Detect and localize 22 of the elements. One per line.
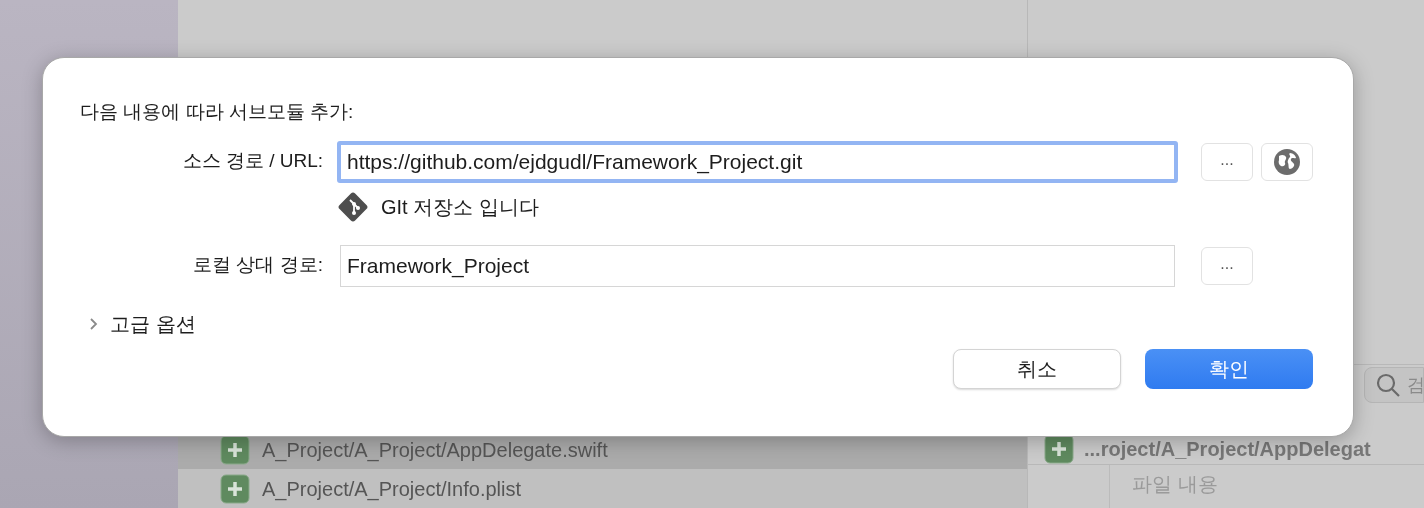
cancel-button[interactable]: 취소 <box>953 348 1121 389</box>
text-field[interactable]: Framework_Project <box>340 244 1175 287</box>
file-row[interactable]: A_Project/A_Project/Info.plist <box>178 469 1027 508</box>
chevron-icon <box>88 315 100 332</box>
field-label: 소스 경로 / URL: <box>181 149 323 174</box>
file-path: A_Project/A_Project/Info.plist <box>262 476 521 503</box>
field-label: 로컬 상대 경로: <box>192 253 323 278</box>
confirm-button[interactable]: 확인 <box>1145 348 1313 389</box>
browse-button[interactable]: ... <box>1201 142 1253 181</box>
text-field[interactable]: https://github.com/ejdgudl/Framework_Project.git <box>337 140 1178 183</box>
search-icon <box>1375 372 1401 398</box>
web-button[interactable] <box>1261 142 1313 181</box>
dialog-title: 다음 내용에 따라 서브모듈 추가: <box>80 100 355 124</box>
search-placeholder: 검 <box>1407 373 1423 397</box>
plus-icon <box>220 434 250 465</box>
git-status: GIt 저장소 입니다 <box>381 194 539 220</box>
browse-button[interactable]: ... <box>1201 246 1253 285</box>
plus-icon <box>220 473 250 504</box>
globe-icon <box>1273 147 1301 176</box>
file-path: A_Project/A_Project/AppDelegate.swift <box>262 437 608 464</box>
detail-title: ...roject/A_Project/AppDelegat <box>1084 436 1371 462</box>
disclosure-toggle[interactable]: 고급 옵션 <box>88 308 196 339</box>
